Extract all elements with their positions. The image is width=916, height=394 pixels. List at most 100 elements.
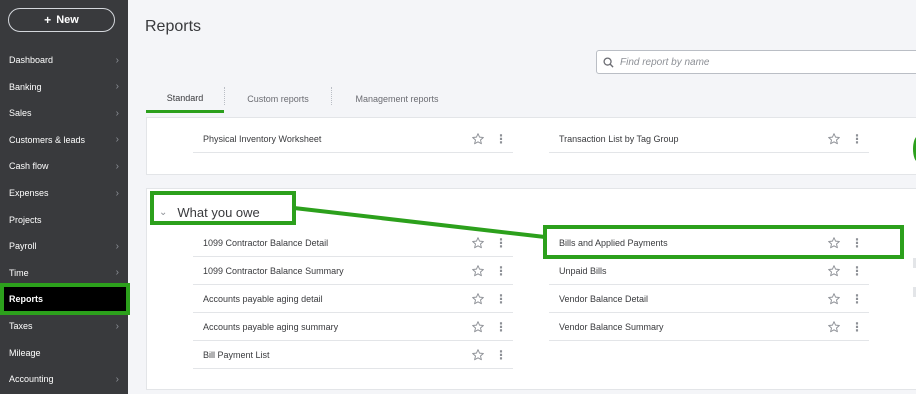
- section-header-what-you-owe[interactable]: ⌄ What you owe: [159, 205, 260, 220]
- report-row-actions: ⋮: [827, 132, 863, 146]
- more-options-icon[interactable]: ⋮: [851, 265, 863, 277]
- chevron-right-icon: ›: [115, 107, 119, 119]
- sidebar-item-label: Expenses: [9, 188, 49, 198]
- more-options-icon[interactable]: ⋮: [851, 133, 863, 145]
- star-icon[interactable]: [827, 132, 841, 146]
- report-row-actions: ⋮: [827, 292, 863, 306]
- report-row[interactable]: Bill Payment List ⋮: [193, 341, 513, 369]
- sidebar-item-sales[interactable]: Sales ›: [0, 100, 128, 126]
- report-row-actions: ⋮: [471, 132, 507, 146]
- search-input[interactable]: [620, 56, 870, 68]
- tab-standard[interactable]: Standard: [146, 85, 224, 113]
- sidebar-item-time[interactable]: Time ›: [0, 260, 128, 286]
- sidebar-item-cash-flow[interactable]: Cash flow ›: [0, 153, 128, 179]
- sidebar-item-label: Cash flow: [9, 161, 49, 172]
- report-row[interactable]: Vendor Balance Detail ⋮: [549, 285, 869, 313]
- more-options-icon[interactable]: ⋮: [851, 237, 863, 249]
- sidebar-item-label: Payroll: [9, 241, 37, 252]
- star-icon[interactable]: [471, 236, 485, 250]
- report-name[interactable]: Vendor Balance Detail: [559, 294, 648, 304]
- report-name[interactable]: Physical Inventory Worksheet: [203, 134, 321, 144]
- chevron-right-icon: ›: [115, 160, 119, 172]
- report-row[interactable]: Vendor Balance Summary ⋮: [549, 313, 869, 341]
- chevron-right-icon: ›: [115, 54, 119, 66]
- sidebar-item-label: Mileage: [9, 347, 41, 358]
- report-row-actions: ⋮: [471, 292, 507, 306]
- report-row-actions: ⋮: [827, 236, 863, 250]
- more-options-icon[interactable]: ⋮: [495, 293, 507, 305]
- report-name[interactable]: 1099 Contractor Balance Detail: [203, 238, 328, 248]
- sidebar-item-payroll[interactable]: Payroll ›: [0, 233, 128, 259]
- chevron-right-icon: ›: [115, 134, 119, 146]
- report-search-box[interactable]: [596, 50, 916, 74]
- report-row-actions: ⋮: [471, 264, 507, 278]
- more-options-icon[interactable]: ⋮: [495, 265, 507, 277]
- section-title: What you owe: [177, 205, 260, 220]
- sidebar-item-projects[interactable]: Projects: [0, 207, 128, 233]
- more-options-icon[interactable]: ⋮: [495, 321, 507, 333]
- chevron-right-icon: ›: [115, 267, 119, 279]
- sidebar-item-reports[interactable]: Reports: [0, 286, 128, 313]
- tab-management-reports[interactable]: Management reports: [340, 85, 454, 113]
- chevron-right-icon: ›: [115, 320, 119, 332]
- report-name[interactable]: Transaction List by Tag Group: [559, 134, 679, 144]
- star-icon[interactable]: [827, 292, 841, 306]
- report-row[interactable]: Accounts payable aging summary ⋮: [193, 313, 513, 341]
- page-title: Reports: [145, 18, 202, 35]
- new-button-label: New: [56, 14, 79, 26]
- tab-custom-reports[interactable]: Custom reports: [232, 85, 324, 113]
- chevron-right-icon: ›: [115, 240, 119, 252]
- report-row[interactable]: 1099 Contractor Balance Summary ⋮: [193, 257, 513, 285]
- star-icon[interactable]: [827, 236, 841, 250]
- more-options-icon[interactable]: ⋮: [495, 349, 507, 361]
- chevron-right-icon: ›: [115, 81, 119, 93]
- sidebar-item-expenses[interactable]: Expenses ›: [0, 180, 128, 206]
- report-row-actions: ⋮: [471, 348, 507, 362]
- more-options-icon[interactable]: ⋮: [495, 133, 507, 145]
- report-row[interactable]: Transaction List by Tag Group ⋮: [549, 125, 869, 153]
- report-row[interactable]: 1099 Contractor Balance Detail ⋮: [193, 229, 513, 257]
- sidebar-item-accounting[interactable]: Accounting ›: [0, 366, 128, 392]
- sidebar-item-label: Reports: [9, 294, 44, 305]
- chevron-right-icon: ›: [115, 187, 119, 199]
- report-row[interactable]: Physical Inventory Worksheet ⋮: [193, 125, 513, 153]
- sidebar-item-taxes[interactable]: Taxes ›: [0, 313, 128, 339]
- chevron-down-icon: ⌄: [159, 207, 168, 218]
- more-options-icon[interactable]: ⋮: [851, 293, 863, 305]
- sidebar-item-label: Taxes: [9, 321, 33, 331]
- report-name[interactable]: Accounts payable aging detail: [203, 294, 323, 304]
- sidebar-item-label: Accounting: [9, 374, 54, 385]
- report-name[interactable]: Bills and Applied Payments: [559, 238, 668, 248]
- star-icon[interactable]: [471, 320, 485, 334]
- star-icon[interactable]: [471, 264, 485, 278]
- star-icon[interactable]: [827, 264, 841, 278]
- sidebar-item-label: Time: [9, 267, 29, 278]
- more-options-icon[interactable]: ⋮: [851, 321, 863, 333]
- more-options-icon[interactable]: ⋮: [495, 237, 507, 249]
- report-name[interactable]: Unpaid Bills: [559, 266, 607, 276]
- sidebar-item-label: Banking: [9, 81, 42, 92]
- report-row[interactable]: Unpaid Bills ⋮: [549, 257, 869, 285]
- report-row-actions: ⋮: [827, 320, 863, 334]
- report-row-actions: ⋮: [471, 236, 507, 250]
- star-icon[interactable]: [471, 292, 485, 306]
- star-icon[interactable]: [471, 348, 485, 362]
- report-name[interactable]: Accounts payable aging summary: [203, 322, 338, 332]
- report-row[interactable]: Accounts payable aging detail ⋮: [193, 285, 513, 313]
- sidebar-item-mileage[interactable]: Mileage: [0, 340, 128, 366]
- star-icon[interactable]: [471, 132, 485, 146]
- report-row-actions: ⋮: [471, 320, 507, 334]
- report-name[interactable]: Bill Payment List: [203, 350, 270, 360]
- new-button[interactable]: + New: [8, 8, 115, 32]
- report-name[interactable]: Vendor Balance Summary: [559, 322, 664, 332]
- sidebar-item-banking[interactable]: Banking ›: [0, 74, 128, 100]
- sidebar-item-label: Projects: [9, 214, 42, 225]
- report-row[interactable]: Bills and Applied Payments ⋮: [549, 229, 869, 257]
- search-icon: [603, 56, 614, 68]
- plus-icon: +: [44, 13, 52, 27]
- sidebar-item-dashboard[interactable]: Dashboard ›: [0, 47, 128, 73]
- report-name[interactable]: 1099 Contractor Balance Summary: [203, 266, 344, 276]
- star-icon[interactable]: [827, 320, 841, 334]
- sidebar: + New Dashboard › Banking › Sales › Customers …: [0, 0, 128, 394]
- sidebar-item-customers-leads[interactable]: Customers & leads ›: [0, 127, 128, 153]
